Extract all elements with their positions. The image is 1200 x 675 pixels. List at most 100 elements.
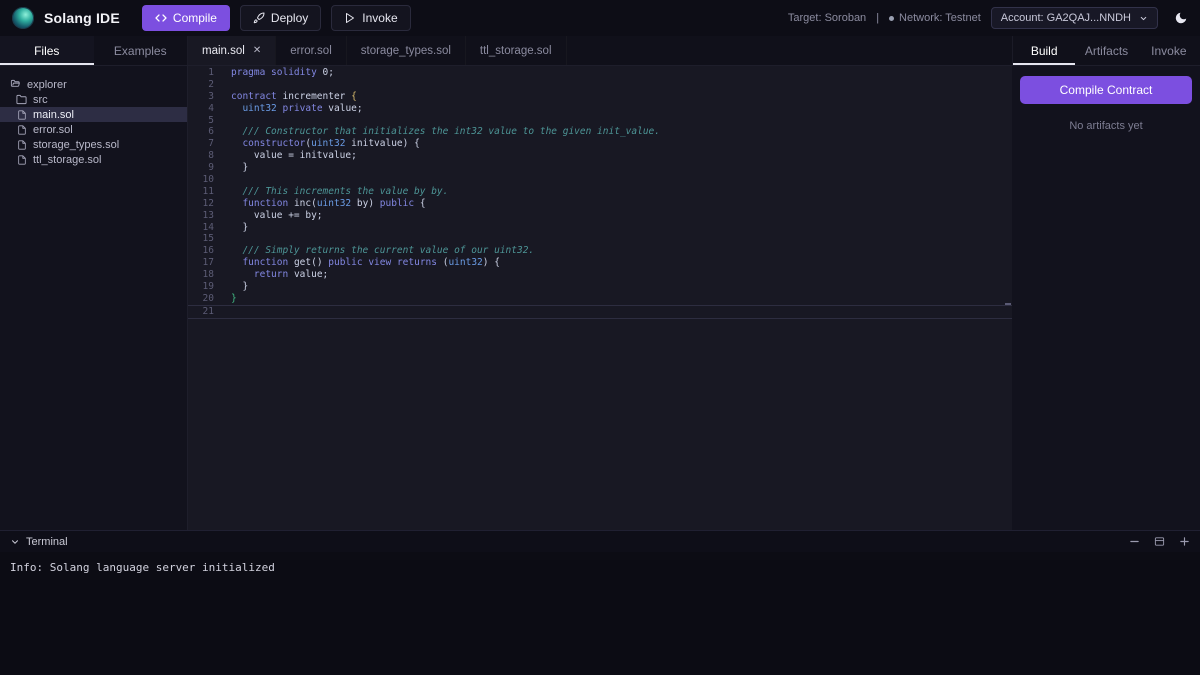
build-panel: Compile Contract No artifacts yet (1012, 66, 1200, 530)
network-dot-icon (889, 16, 894, 21)
code-text: return value; (214, 269, 328, 281)
topbar: Solang IDE Compile Deploy Invoke Target:… (0, 0, 1200, 36)
account-label: Account: GA2QAJ...NNDH (1001, 12, 1131, 24)
code-text: uint32 private value; (214, 103, 363, 115)
code-text (214, 79, 231, 91)
invoke-button[interactable]: Invoke (331, 5, 410, 31)
sidebar-tabs: FilesExamples (0, 36, 188, 65)
app-title: Solang IDE (44, 10, 120, 26)
editor-tab-error.sol[interactable]: error.sol (276, 36, 347, 65)
editor-tab-storage_types.sol[interactable]: storage_types.sol (347, 36, 466, 65)
code-line[interactable]: 6 /// Constructor that initializes the i… (188, 126, 1012, 138)
code-editor[interactable]: 1pragma solidity 0;23contract incremente… (188, 66, 1012, 530)
code-text: /// Constructor that initializes the int… (214, 126, 660, 138)
file-item-storage_types.sol[interactable]: storage_types.sol (0, 137, 187, 152)
code-line[interactable]: 20} (188, 293, 1012, 305)
code-text: /// This increments the value by by. (214, 186, 448, 198)
code-line[interactable]: 18 return value; (188, 269, 1012, 281)
chevron-down-icon (1139, 14, 1148, 23)
line-number: 1 (188, 67, 214, 79)
tab-label: storage_types.sol (361, 45, 451, 57)
line-number: 8 (188, 150, 214, 162)
line-number: 13 (188, 210, 214, 222)
app-logo-icon (12, 7, 34, 29)
editor-tab-ttl_storage.sol[interactable]: ttl_storage.sol (466, 36, 567, 65)
code-line[interactable]: 8 value = initvalue; (188, 150, 1012, 162)
code-text: contract incrementer { (214, 91, 357, 103)
line-number: 20 (188, 293, 214, 305)
panel-tab-invoke[interactable]: Invoke (1138, 36, 1200, 65)
no-artifacts-text: No artifacts yet (1069, 120, 1142, 132)
code-lines: 1pragma solidity 0;23contract incremente… (188, 66, 1012, 319)
folder-src[interactable]: src (0, 92, 187, 107)
code-line[interactable]: 5 (188, 115, 1012, 127)
terminal-header[interactable]: Terminal (0, 530, 1200, 552)
code-line[interactable]: 14 } (188, 222, 1012, 234)
tab-label: ttl_storage.sol (480, 45, 552, 57)
code-text: } (214, 162, 248, 174)
sidebar-tab-examples[interactable]: Examples (94, 36, 188, 65)
code-line[interactable]: 3contract incrementer { (188, 91, 1012, 103)
scrollbar-cursor-mark (1005, 303, 1011, 305)
line-number: 2 (188, 79, 214, 91)
code-text (214, 306, 231, 318)
code-line[interactable]: 9 } (188, 162, 1012, 174)
plus-icon[interactable] (1179, 536, 1190, 547)
folder-label: src (33, 94, 48, 106)
code-line[interactable]: 16 /// Simply returns the current value … (188, 245, 1012, 257)
terminal-title: Terminal (26, 536, 68, 548)
file-name: ttl_storage.sol (33, 154, 101, 166)
theme-toggle-button[interactable] (1174, 11, 1188, 25)
target-label: Target: Soroban (788, 12, 866, 24)
compile-contract-button[interactable]: Compile Contract (1020, 76, 1192, 104)
file-item-error.sol[interactable]: error.sol (0, 122, 187, 137)
code-text: } (214, 293, 237, 305)
panel-tab-artifacts[interactable]: Artifacts (1075, 36, 1137, 65)
line-number: 5 (188, 115, 214, 127)
code-line[interactable]: 11 /// This increments the value by by. (188, 186, 1012, 198)
topbar-status: Target: Soroban | Network: Testnet Accou… (788, 7, 1188, 29)
code-text: value += by; (214, 210, 323, 222)
code-line[interactable]: 7 constructor(uint32 initvalue) { (188, 138, 1012, 150)
chevron-down-icon (10, 537, 20, 547)
file-icon (17, 155, 27, 165)
minimize-icon[interactable] (1129, 536, 1140, 547)
deploy-button[interactable]: Deploy (240, 5, 321, 31)
editor-tab-main.sol[interactable]: main.sol✕ (188, 36, 276, 65)
code-line[interactable]: 19 } (188, 281, 1012, 293)
editor-scrollbar[interactable] (1004, 66, 1012, 530)
code-line[interactable]: 2 (188, 79, 1012, 91)
line-number: 10 (188, 174, 214, 186)
code-line[interactable]: 17 function get() public view returns (u… (188, 257, 1012, 269)
file-name: storage_types.sol (33, 139, 119, 151)
file-icon (17, 125, 27, 135)
file-item-ttl_storage.sol[interactable]: ttl_storage.sol (0, 152, 187, 167)
explorer-root[interactable]: explorer (0, 77, 187, 92)
code-text: } (214, 222, 248, 234)
code-line[interactable]: 10 (188, 174, 1012, 186)
code-text: constructor(uint32 initvalue) { (214, 138, 420, 150)
code-line[interactable]: 12 function inc(uint32 by) public { (188, 198, 1012, 210)
sidebar-tab-files[interactable]: Files (0, 36, 94, 65)
code-line[interactable]: 1pragma solidity 0; (188, 67, 1012, 79)
code-line[interactable]: 13 value += by; (188, 210, 1012, 222)
tab-label: Invoke (1151, 44, 1186, 58)
panel-tab-build[interactable]: Build (1013, 36, 1075, 65)
tab-label: Artifacts (1085, 44, 1128, 58)
panel-icon[interactable] (1154, 536, 1165, 547)
code-line[interactable]: 4 uint32 private value; (188, 103, 1012, 115)
explorer-label: explorer (27, 79, 67, 91)
file-item-main.sol[interactable]: main.sol (0, 107, 187, 122)
line-number: 19 (188, 281, 214, 293)
line-number: 7 (188, 138, 214, 150)
code-text: pragma solidity 0; (214, 67, 334, 79)
code-icon (155, 12, 167, 24)
terminal-log-line: Info: Solang language server initialized (10, 561, 275, 574)
compile-button[interactable]: Compile (142, 5, 230, 31)
account-select[interactable]: Account: GA2QAJ...NNDH (991, 7, 1158, 29)
close-icon[interactable]: ✕ (253, 45, 261, 56)
code-line[interactable]: 21 (188, 305, 1012, 319)
code-line[interactable]: 15 (188, 233, 1012, 245)
code-text (214, 115, 231, 127)
terminal-output[interactable]: Info: Solang language server initialized (0, 552, 1200, 675)
